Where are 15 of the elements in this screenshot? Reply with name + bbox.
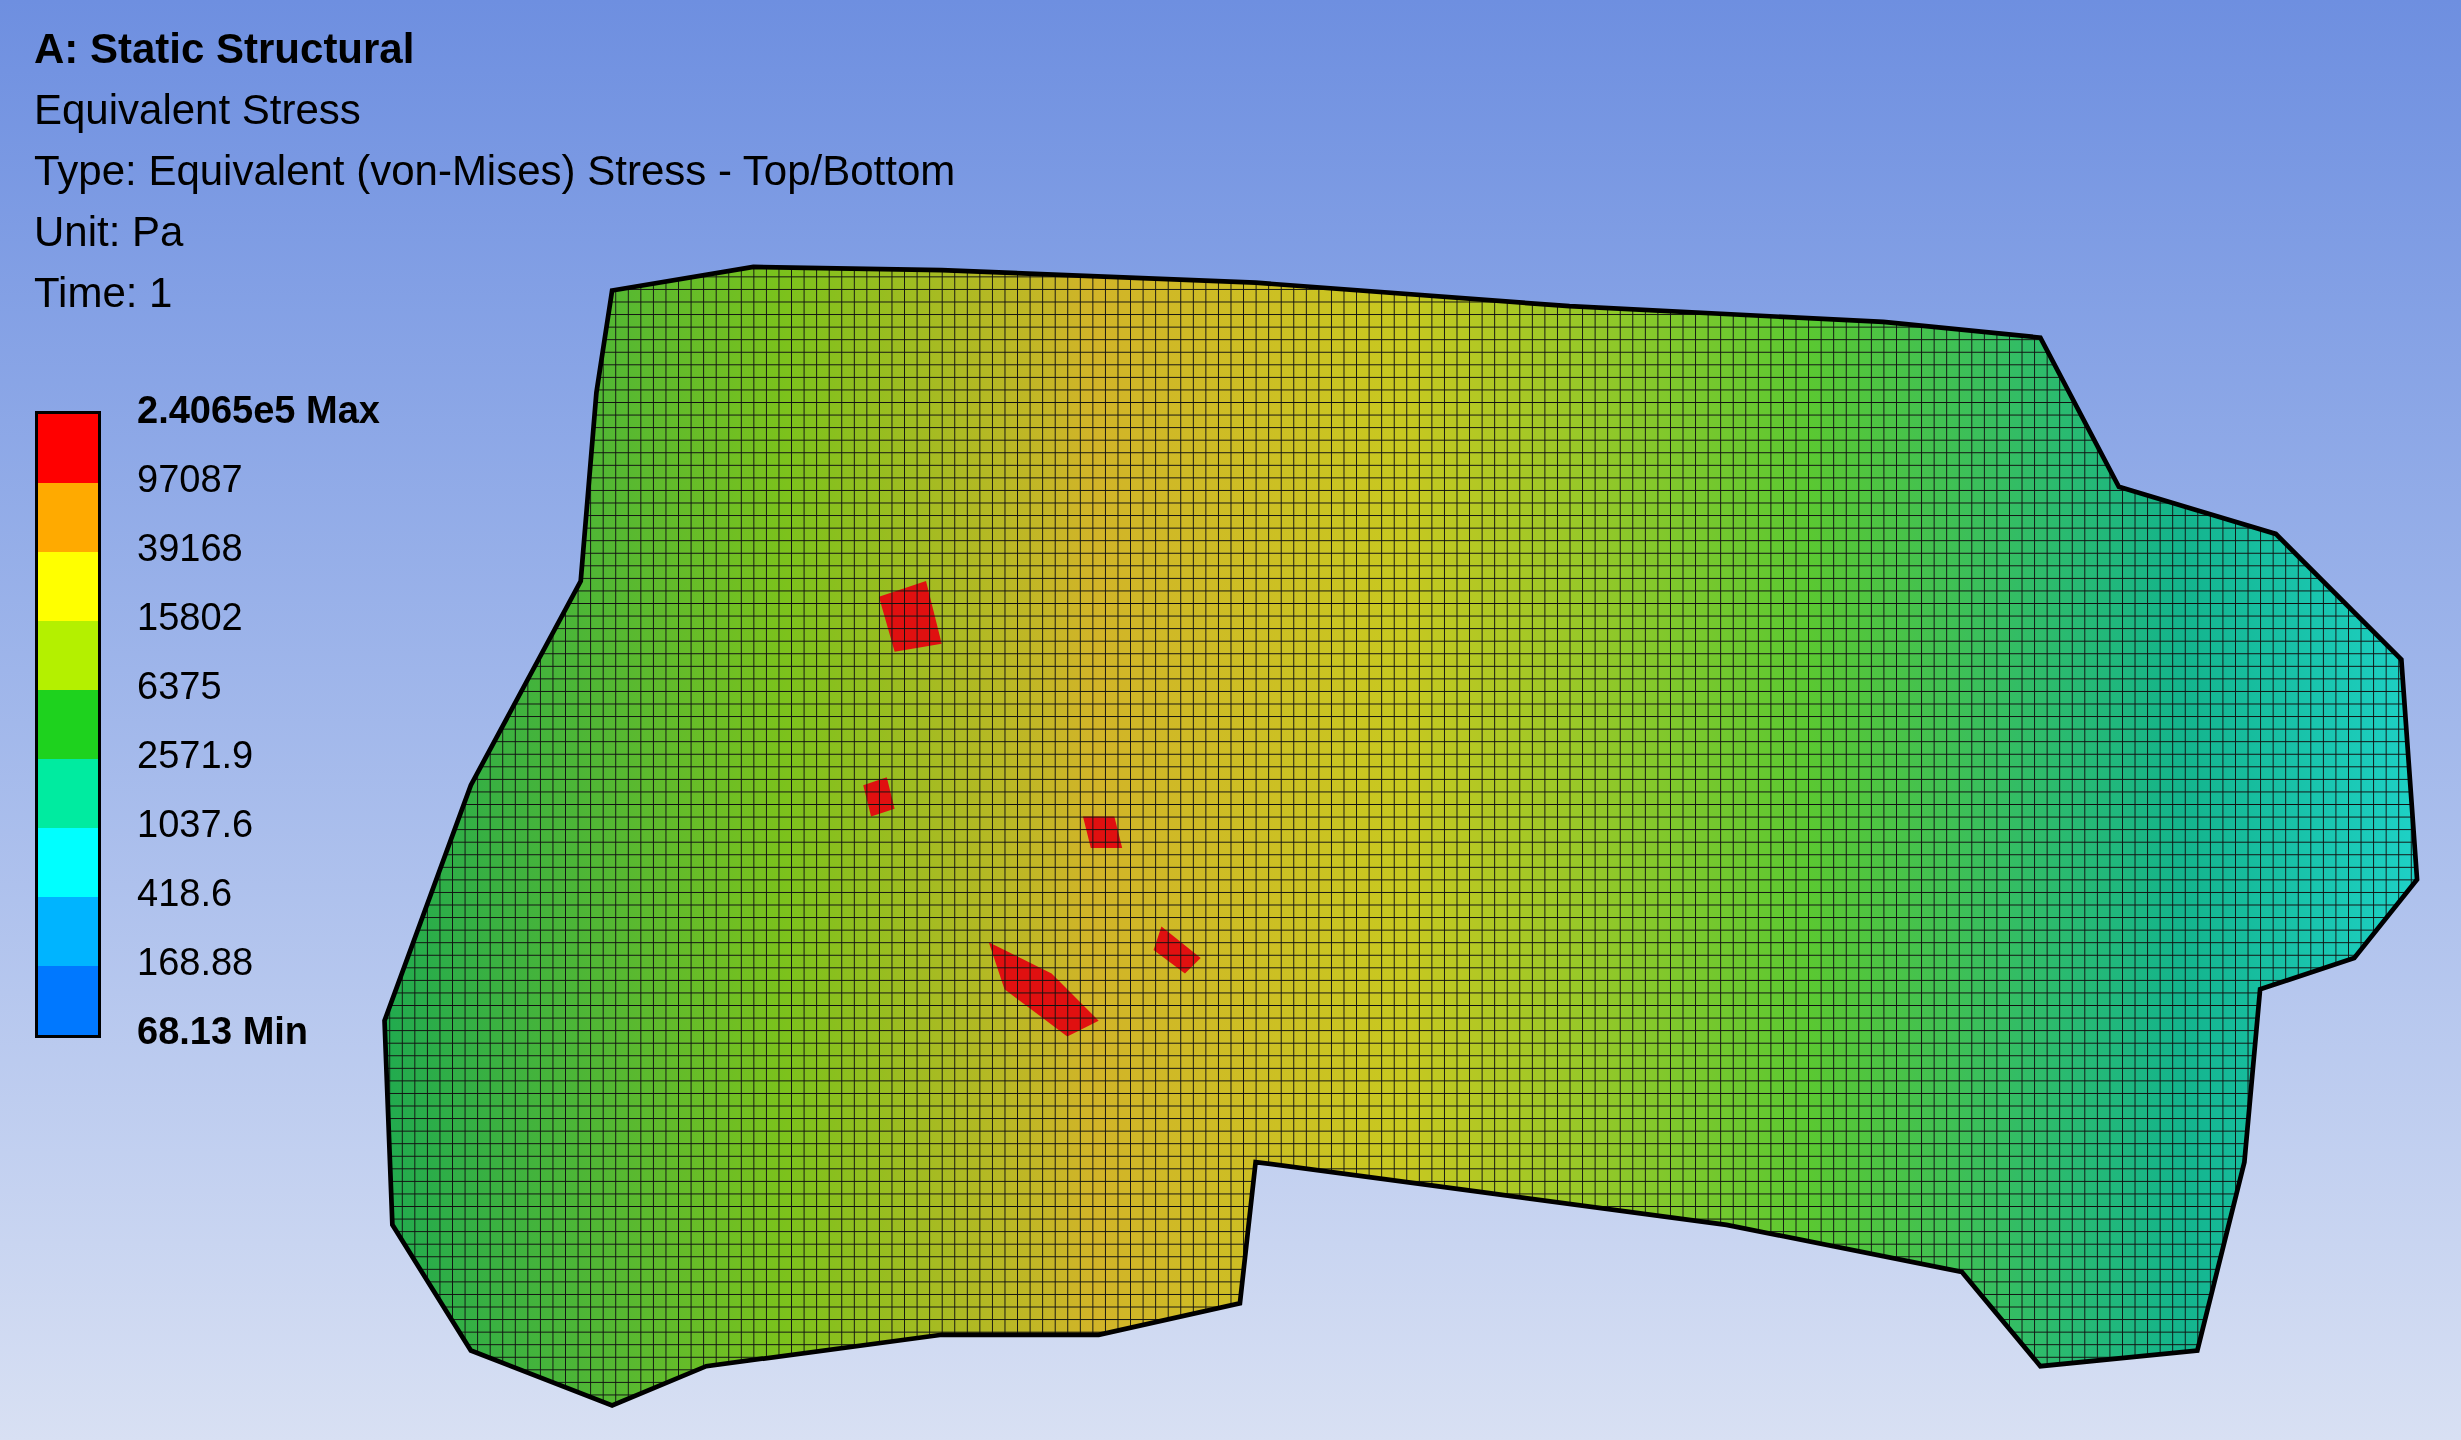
analysis-title: A: Static Structural	[34, 24, 416, 74]
legend-max-label: 2.4065e5 Max	[137, 388, 380, 433]
legend-min-label: 68.13 Min	[137, 1009, 309, 1054]
result-unit: Unit: Pa	[34, 207, 185, 257]
result-type: Type: Equivalent (von-Mises) Stress - Top/Bottom	[34, 146, 956, 196]
legend-value-label: 168.88	[137, 940, 254, 985]
result-time: Time: 1	[34, 268, 174, 318]
legend-value-label: 418.6	[137, 871, 233, 916]
legend-value-label: 1037.6	[137, 802, 254, 847]
legend-value-label: 2571.9	[137, 733, 254, 778]
legend-value-label: 97087	[137, 457, 243, 502]
result-name: Equivalent Stress	[34, 85, 362, 135]
legend-value-label: 15802	[137, 595, 243, 640]
legend-value-label: 39168	[137, 526, 243, 571]
legend-value-label: 6375	[137, 664, 222, 709]
